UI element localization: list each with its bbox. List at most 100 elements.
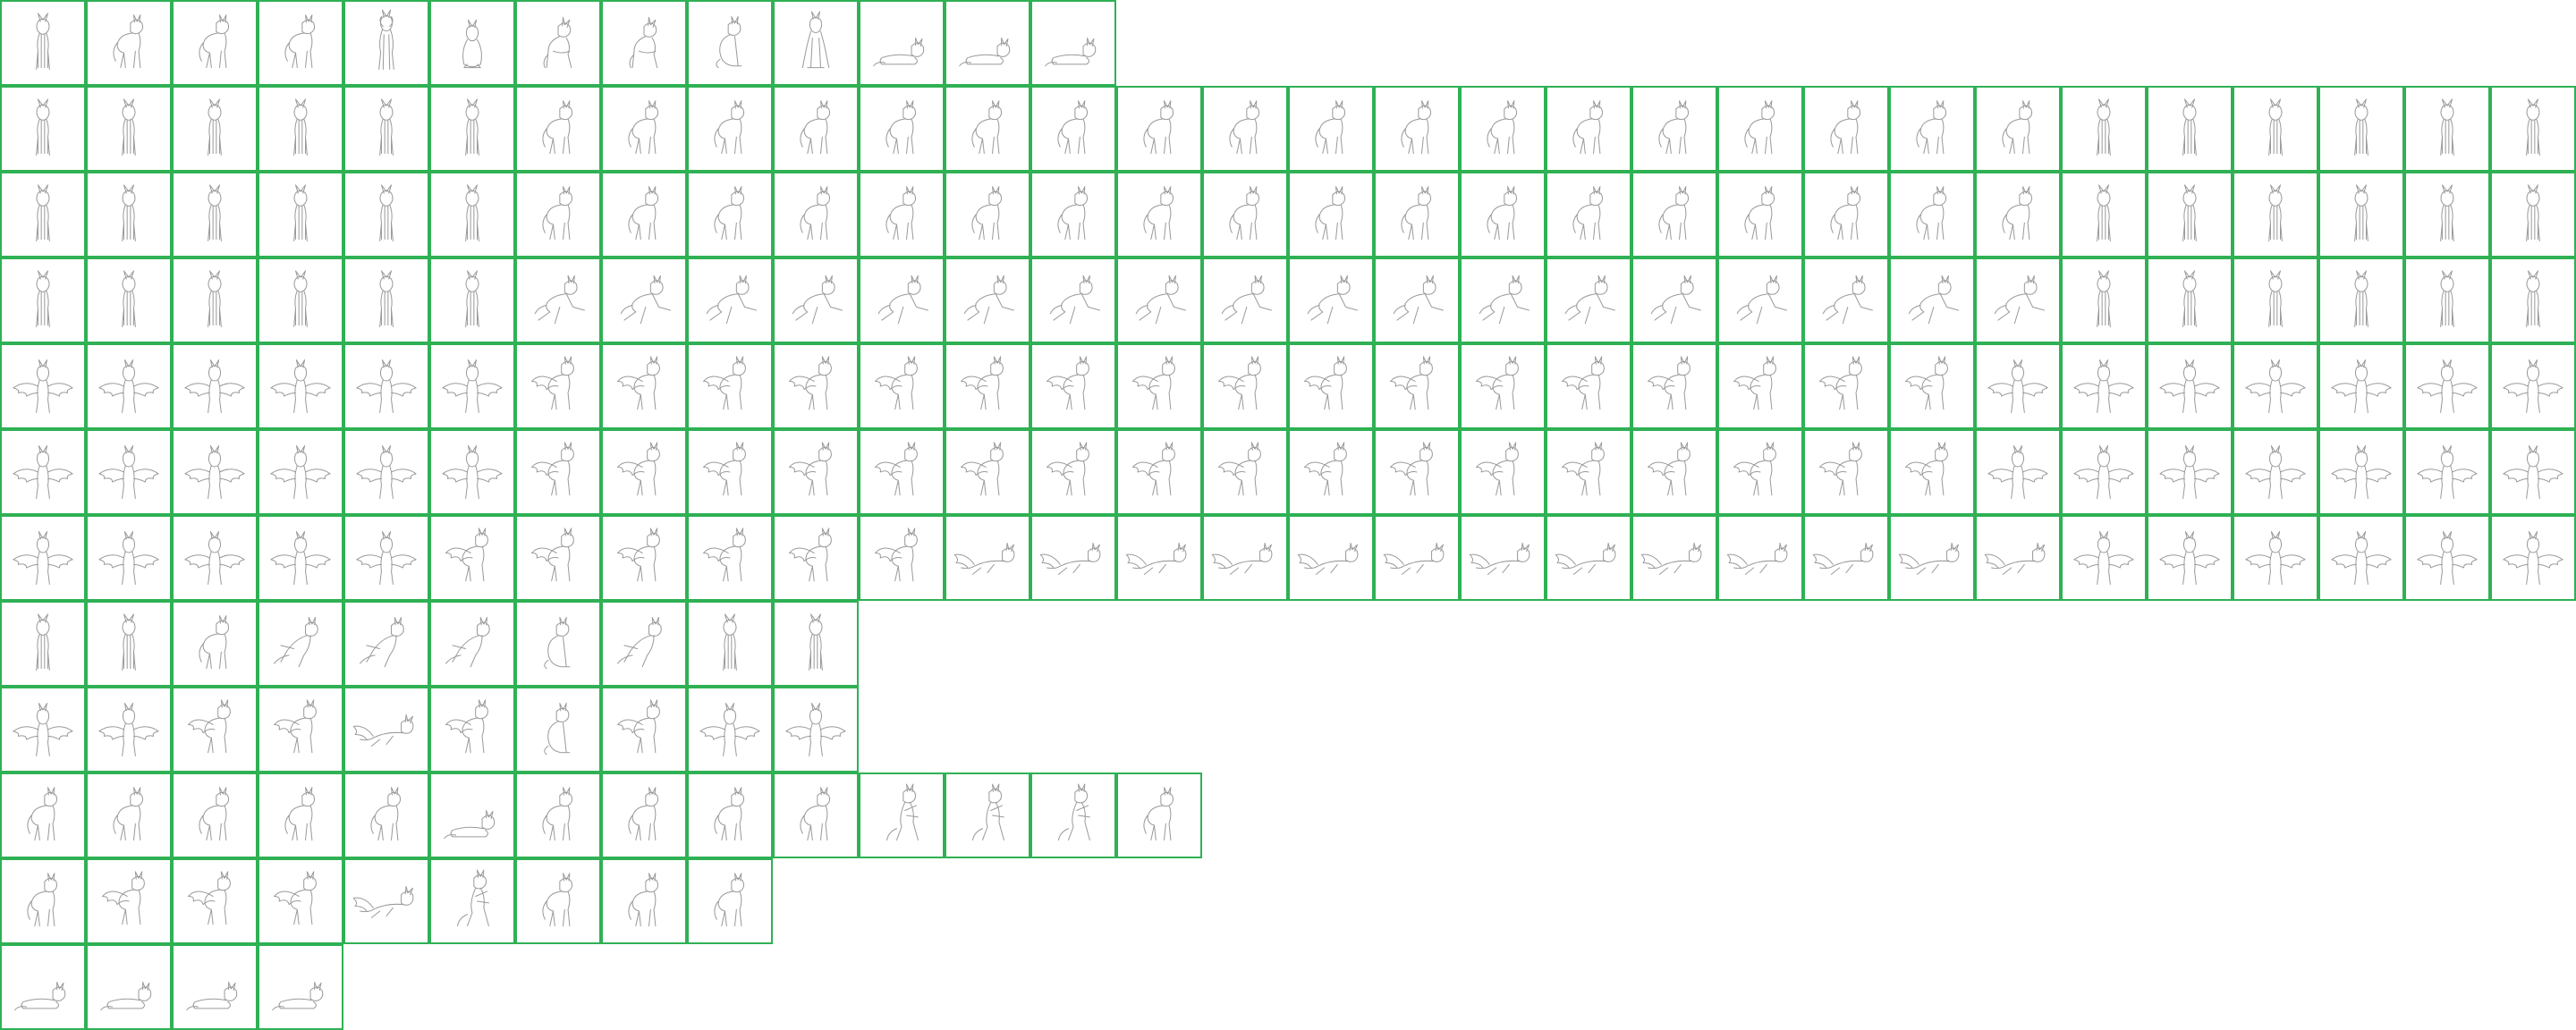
pony-outline-icon <box>2440 184 2454 241</box>
pony-outline-path <box>27 787 58 841</box>
pony-outline-icon <box>442 445 503 499</box>
pony-outline-path <box>1744 100 1775 155</box>
pony-outline-path <box>1987 445 2048 499</box>
pony-outline-path <box>293 98 308 156</box>
pony-outline-path <box>2526 98 2540 156</box>
sprite-frame <box>0 858 86 944</box>
pony-outline-path <box>184 359 245 413</box>
pony-outline-icon <box>2073 531 2134 585</box>
pony-outline-path <box>1469 542 1530 575</box>
pony-outline-icon <box>1132 442 1175 496</box>
pony-outline-path <box>2097 270 2111 327</box>
pony-outline-icon <box>544 617 571 670</box>
pony-outline-path <box>1476 442 1519 496</box>
pony-outline-path <box>971 186 1003 241</box>
pony-outline-icon <box>1046 356 1089 410</box>
pony-outline-icon <box>2159 531 2220 585</box>
pony-outline-path <box>352 713 414 747</box>
sprite-frame <box>1889 429 1975 515</box>
sprite-frame <box>429 0 515 86</box>
pony-outline-path <box>1744 186 1775 241</box>
pony-outline-icon <box>620 274 671 325</box>
pony-outline-icon <box>617 699 660 754</box>
pony-outline-path <box>534 274 585 325</box>
pony-outline-icon <box>971 186 1003 241</box>
pony-outline-icon <box>27 873 58 927</box>
sprite-frame <box>258 172 343 258</box>
pony-outline-icon <box>2159 445 2220 499</box>
pony-outline-icon <box>360 617 404 668</box>
sprite-frame <box>0 515 86 601</box>
pony-outline-path <box>617 617 662 668</box>
pony-outline-path <box>1984 542 2046 575</box>
pony-outline-path <box>629 16 658 69</box>
pony-outline-path <box>36 270 50 327</box>
pony-outline-icon <box>629 16 658 69</box>
pony-outline-path <box>1229 186 1260 241</box>
pony-outline-path <box>2073 445 2134 499</box>
pony-outline-path <box>2268 184 2283 241</box>
sprite-frame <box>2490 258 2576 343</box>
pony-outline-path <box>1057 186 1089 241</box>
sprite-frame <box>601 258 687 343</box>
sprite-frame <box>1288 86 1374 172</box>
pony-outline-path <box>1307 274 1358 325</box>
pony-outline-path <box>800 100 831 155</box>
pony-outline-icon <box>208 270 222 327</box>
sprite-frame <box>429 772 515 858</box>
pony-outline-path <box>208 98 222 156</box>
pony-outline-path <box>703 356 746 410</box>
pony-outline-icon <box>1315 100 1346 155</box>
sprite-frame <box>687 258 773 343</box>
pony-outline-path <box>785 703 846 756</box>
pony-outline-path <box>2417 359 2478 413</box>
pony-outline-path <box>961 442 1004 496</box>
pony-outline-icon <box>272 981 324 1011</box>
sprite-frame <box>1717 258 1803 343</box>
pony-outline-path <box>963 274 1014 325</box>
pony-outline-path <box>2331 359 2392 413</box>
pony-outline-path <box>1401 100 1432 155</box>
pony-outline-path <box>1046 356 1089 410</box>
pony-outline-icon <box>1487 186 1518 241</box>
pony-outline-icon <box>1132 356 1175 410</box>
pony-outline-icon <box>544 703 571 756</box>
pony-outline-path <box>875 528 918 582</box>
pony-outline-icon <box>714 186 745 241</box>
pony-outline-path <box>2417 531 2478 585</box>
pony-outline-icon <box>2354 98 2368 156</box>
sprite-frame <box>429 858 515 944</box>
sprite-frame <box>86 0 172 86</box>
pony-outline-icon <box>445 617 490 668</box>
pony-outline-icon <box>1487 100 1518 155</box>
pony-outline-path <box>714 186 745 241</box>
sprite-frame <box>86 944 172 1030</box>
pony-outline-icon <box>188 871 231 925</box>
pony-outline-icon <box>886 783 919 841</box>
pony-outline-icon <box>542 186 573 241</box>
pony-outline-icon <box>356 531 417 585</box>
pony-outline-path <box>789 442 832 496</box>
pony-outline-path <box>1221 274 1272 325</box>
pony-outline-path <box>100 981 152 1011</box>
pony-outline-path <box>1916 186 1947 241</box>
sprite-frame <box>1631 429 1717 515</box>
sprite-frame <box>1374 343 1460 429</box>
sprite-frame <box>515 515 601 601</box>
sprite-frame <box>773 601 859 687</box>
pony-outline-path <box>1819 356 1862 410</box>
sprite-frame <box>0 687 86 772</box>
sprite-frame <box>0 601 86 687</box>
pony-outline-icon <box>370 787 402 841</box>
sprite-frame <box>1460 429 1546 515</box>
pony-outline-icon <box>531 442 574 496</box>
pony-outline-icon <box>122 270 136 327</box>
pony-outline-path <box>2503 531 2563 585</box>
pony-outline-path <box>886 783 919 841</box>
pony-outline-icon <box>628 186 659 241</box>
pony-outline-icon <box>113 787 144 841</box>
pony-outline-path <box>1143 787 1174 841</box>
pony-outline-icon <box>1908 274 1959 325</box>
pony-outline-path <box>628 186 659 241</box>
pony-outline-icon <box>184 445 245 499</box>
